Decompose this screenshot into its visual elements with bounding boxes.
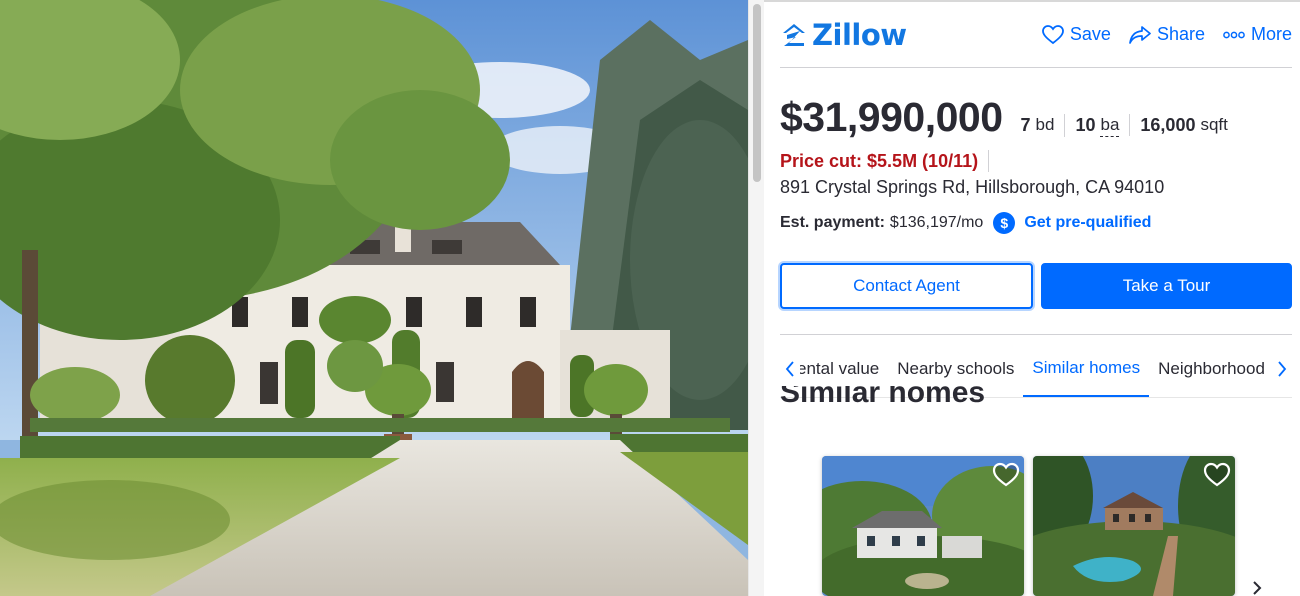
baths-value: 10 — [1075, 115, 1096, 135]
more-dots-icon — [1223, 31, 1245, 38]
section-divider — [780, 334, 1292, 335]
chevron-right-icon — [1278, 361, 1287, 377]
price-cut-text: Price cut: $5.5M (10/11) — [780, 150, 979, 171]
page-scrollbar[interactable] — [748, 0, 764, 596]
sqft-value: 16,000 — [1140, 115, 1196, 135]
tabs-scroll-left-button[interactable] — [780, 356, 800, 382]
zillow-logo[interactable]: Zillow — [780, 18, 907, 52]
payment-value[interactable]: $136,197/mo — [890, 214, 983, 232]
scrollbar-thumb[interactable] — [753, 4, 761, 182]
estimated-payment: Est. payment: $136,197/mo $ Get pre-qual… — [780, 212, 1151, 234]
price-cut-divider — [988, 150, 990, 172]
save-button[interactable]: Save — [1042, 24, 1111, 45]
similar-homes-heading: Similar homes — [780, 386, 1080, 410]
tab-label: ental value — [797, 359, 880, 378]
tab-neighborhood[interactable]: Neighborhood — [1149, 340, 1274, 397]
house-photo — [0, 0, 748, 596]
heart-icon — [1042, 24, 1064, 44]
tab-label: Similar homes — [1032, 357, 1141, 377]
similar-home-card[interactable] — [1033, 456, 1235, 596]
beds-fact: 7 bd — [1021, 114, 1065, 136]
beds-value: 7 — [1020, 115, 1031, 135]
more-label: More — [1250, 24, 1292, 44]
dollar-circle-icon: $ — [993, 212, 1016, 234]
payment-label: Est. payment: — [780, 214, 885, 231]
contact-agent-button[interactable]: Contact Agent — [780, 263, 1033, 309]
header-actions: Save Share More — [1042, 24, 1292, 45]
baths-fact[interactable]: 10 ba — [1064, 114, 1129, 137]
listing-address: 891 Crystal Springs Rd, Hillsborough, CA… — [780, 177, 1165, 197]
get-prequalified-link[interactable]: Get pre-qualified — [1024, 214, 1151, 232]
tabs-scroll-right-button[interactable] — [1272, 356, 1292, 382]
listing-price: $31,990,000 — [780, 94, 1003, 140]
zillow-logo-icon — [783, 24, 805, 46]
panel-header: Zillow Save Share More — [780, 16, 1292, 68]
brand-name: Zillow — [812, 18, 907, 52]
chevron-right-icon — [1253, 581, 1262, 595]
share-arrow-icon — [1129, 25, 1151, 44]
heart-outline-icon — [1203, 462, 1231, 487]
share-label: Share — [1156, 24, 1205, 44]
price-cut-notice: Price cut: $5.5M (10/11) — [780, 150, 990, 172]
take-a-tour-button[interactable]: Take a Tour — [1041, 263, 1292, 309]
save-home-button[interactable] — [992, 462, 1020, 488]
similar-home-card[interactable] — [822, 456, 1024, 596]
heart-outline-icon — [992, 462, 1020, 487]
tab-label: Neighborhood — [1158, 359, 1265, 378]
listing-hero-photo[interactable] — [0, 0, 748, 596]
price-summary: $31,990,000 7 bd 10 ba 16,000 sqft — [780, 94, 1238, 141]
sqft-fact: 16,000 sqft — [1129, 114, 1237, 136]
baths-unit[interactable]: ba — [1100, 114, 1120, 137]
home-facts: 7 bd 10 ba 16,000 sqft — [1021, 114, 1238, 137]
save-home-button[interactable] — [1203, 462, 1231, 488]
chevron-left-icon — [785, 361, 794, 377]
share-button[interactable]: Share — [1129, 24, 1205, 45]
similar-homes-title: Similar homes — [780, 386, 986, 409]
similar-homes-next-button[interactable] — [1247, 578, 1267, 596]
more-button[interactable]: More — [1223, 24, 1292, 45]
save-label: Save — [1069, 24, 1111, 44]
sqft-unit: sqft — [1200, 115, 1228, 134]
beds-unit: bd — [1035, 115, 1055, 134]
tab-label: Nearby schools — [897, 359, 1015, 378]
